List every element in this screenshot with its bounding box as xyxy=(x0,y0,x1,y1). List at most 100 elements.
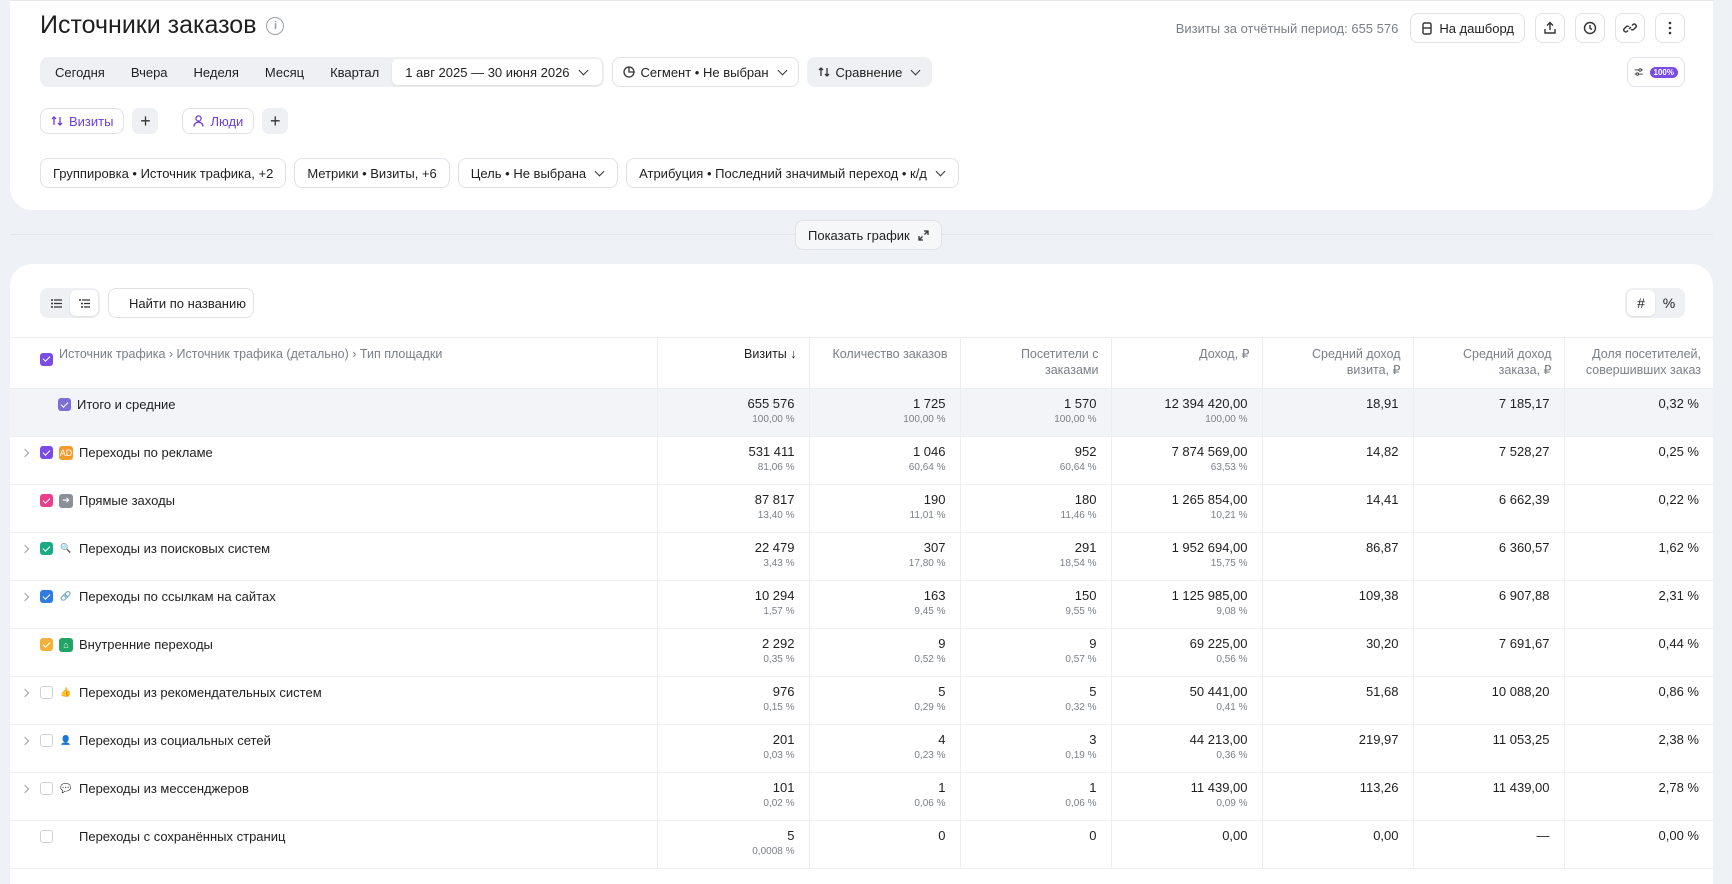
metric-share: 0,57 % xyxy=(1065,654,1097,665)
show-chart-button[interactable]: Показать график xyxy=(795,220,942,250)
add-to-dashboard-button[interactable]: На дашборд xyxy=(1410,13,1525,43)
metric-cell: 307 17,80 % xyxy=(809,532,961,581)
metric-value: 30,20 xyxy=(1365,636,1399,651)
metrics-button[interactable]: Метрики • Визиты, +6 xyxy=(294,158,450,188)
row-name-cell: 🔍 Переходы из поисковых систем xyxy=(10,532,658,581)
metric-value: 4 xyxy=(938,732,946,747)
column-header[interactable]: Средний доход визита, ₽ xyxy=(1262,337,1414,389)
column-header[interactable]: Визиты ↓ xyxy=(657,337,810,389)
metric-value: 976 xyxy=(772,684,795,699)
direct-entry-icon: ➔ xyxy=(59,493,73,508)
add-visits-filter-button[interactable]: + xyxy=(132,108,159,134)
metric-cell: 2,38 % xyxy=(1564,724,1713,773)
metric-cell: 163 9,45 % xyxy=(809,580,961,629)
metric-cell: 1 0,06 % xyxy=(960,772,1112,821)
row-checkbox[interactable] xyxy=(40,782,53,795)
row-checkbox[interactable] xyxy=(40,638,53,651)
entity-people[interactable]: Люди xyxy=(182,108,255,134)
goal-dropdown[interactable]: Цель • Не выбрана xyxy=(457,158,619,188)
row-name: Итого и средние xyxy=(77,397,176,412)
period-week[interactable]: Неделя xyxy=(181,59,252,85)
table-row[interactable]: 👍 Переходы из рекомендательных систем 976 0… xyxy=(10,676,1713,725)
percent-values-button[interactable]: % xyxy=(1655,290,1683,316)
metric-value: 14,82 xyxy=(1365,444,1399,459)
view-flat-button[interactable] xyxy=(42,290,70,316)
table-row[interactable]: ▮ Переходы с сохранённых страниц 5 0,0008 %… xyxy=(10,820,1713,869)
expand-row-button[interactable] xyxy=(10,784,40,793)
column-header[interactable]: Средний доход заказа, ₽ xyxy=(1413,337,1565,389)
column-header[interactable]: Доход, ₽ xyxy=(1111,337,1263,389)
link-icon xyxy=(1623,23,1637,33)
metric-share: 0,23 % xyxy=(914,750,946,761)
table-row[interactable]: ➔ Прямые заходы 87 817 13,40 % 190 11,01 % 180… xyxy=(10,484,1713,533)
metric-cell: 0,00 % xyxy=(1564,820,1713,869)
more-menu-button[interactable] xyxy=(1655,13,1685,43)
table-row[interactable]: AD Переходы по рекламе 531 411 81,06 % 1 046… xyxy=(10,436,1713,485)
metric-cell: 51,68 xyxy=(1262,676,1414,725)
page-title: Источники заказов i xyxy=(40,11,285,40)
expand-row-button[interactable] xyxy=(10,448,40,457)
row-checkbox[interactable] xyxy=(40,830,53,843)
metric-share: 60,64 % xyxy=(1059,462,1097,473)
metric-cell: 5 0,29 % xyxy=(809,676,961,725)
metric-cell: 952 60,64 % xyxy=(960,436,1112,485)
metric-share: 0,15 % xyxy=(763,702,795,713)
table-row[interactable]: 👤 Переходы из социальных сетей 201 0,03 % 4 0… xyxy=(10,724,1713,773)
table-row[interactable]: ⌂ Внутренние переходы 2 292 0,35 % 9 0,52 % 9 0… xyxy=(10,628,1713,677)
more-vertical-icon xyxy=(1668,21,1672,35)
view-tree-button[interactable] xyxy=(70,290,98,316)
metric-cell: 150 9,55 % xyxy=(960,580,1112,629)
add-people-filter-button[interactable]: + xyxy=(262,108,289,134)
sampling-settings-button[interactable]: 100% xyxy=(1627,57,1685,87)
row-checkbox[interactable] xyxy=(58,398,71,411)
comparison-dropdown[interactable]: Сравнение xyxy=(806,57,933,87)
row-checkbox[interactable] xyxy=(40,590,53,603)
total-row[interactable]: Итого и средние 655 576 100,00 % 1 725 100,0… xyxy=(10,388,1713,437)
period-yesterday[interactable]: Вчера xyxy=(118,59,181,85)
expand-icon xyxy=(918,229,929,241)
attribution-dropdown[interactable]: Атрибуция • Последний значимый переход •… xyxy=(626,158,959,188)
date-range-picker[interactable]: 1 авг 2025 — 30 июня 2026 xyxy=(392,59,602,85)
metric-cell: 44 213,00 0,36 % xyxy=(1111,724,1263,773)
grouping-button[interactable]: Группировка • Источник трафика, +2 xyxy=(40,158,287,188)
metric-value: 18,91 xyxy=(1365,396,1399,411)
report-table: Источник трафика › Источник трафика (дет… xyxy=(10,337,1713,869)
search-input[interactable]: Найти по названию xyxy=(108,288,254,318)
export-button[interactable] xyxy=(1535,13,1565,43)
entity-visits[interactable]: Визиты xyxy=(40,108,125,134)
expand-row-button[interactable] xyxy=(10,592,40,601)
table-row[interactable]: 🔍 Переходы из поисковых систем 22 479 3,43 … xyxy=(10,532,1713,581)
period-quarter[interactable]: Квартал xyxy=(317,59,392,85)
metric-cell: 1 952 694,00 15,75 % xyxy=(1111,532,1263,581)
metric-share: 15,75 % xyxy=(1210,558,1248,569)
table-row[interactable]: 💬 Переходы из мессенджеров 101 0,02 % 1 0,06 … xyxy=(10,772,1713,821)
metric-cell: 4 0,23 % xyxy=(809,724,961,773)
search-engine-icon: 🔍 xyxy=(60,543,72,553)
row-checkbox[interactable] xyxy=(40,686,53,699)
column-header[interactable]: Количество заказов xyxy=(809,337,961,389)
metric-value: 69 225,00 xyxy=(1189,636,1248,651)
row-checkbox[interactable] xyxy=(40,446,53,459)
info-icon[interactable]: i xyxy=(266,16,285,35)
metric-value: 11 439,00 xyxy=(1492,780,1550,795)
dimension-header[interactable]: Источник трафика › Источник трафика (дет… xyxy=(10,337,658,389)
period-month[interactable]: Месяц xyxy=(252,59,317,85)
expand-row-button[interactable] xyxy=(10,544,40,553)
period-today[interactable]: Сегодня xyxy=(42,59,118,85)
row-checkbox[interactable] xyxy=(40,734,53,747)
metric-share: 0,41 % xyxy=(1216,702,1248,713)
column-header[interactable]: Доля посетителей, совершивших заказ xyxy=(1564,337,1713,389)
table-row[interactable]: 🔗 Переходы по ссылкам на сайтах 10 294 1,57… xyxy=(10,580,1713,629)
segment-dropdown[interactable]: Сегмент • Не выбран xyxy=(611,57,799,87)
metric-share: 0,09 % xyxy=(1216,798,1248,809)
metric-cell: 0,32 % xyxy=(1564,388,1713,437)
expand-row-button[interactable] xyxy=(10,688,40,697)
row-checkbox[interactable] xyxy=(40,494,53,507)
absolute-values-button[interactable]: # xyxy=(1627,290,1655,316)
history-button[interactable] xyxy=(1575,13,1605,43)
row-checkbox[interactable] xyxy=(40,542,53,555)
expand-row-button[interactable] xyxy=(10,736,40,745)
copy-link-button[interactable] xyxy=(1615,13,1645,43)
column-header[interactable]: Посетители с заказами xyxy=(960,337,1112,389)
select-all-checkbox[interactable] xyxy=(40,352,53,366)
